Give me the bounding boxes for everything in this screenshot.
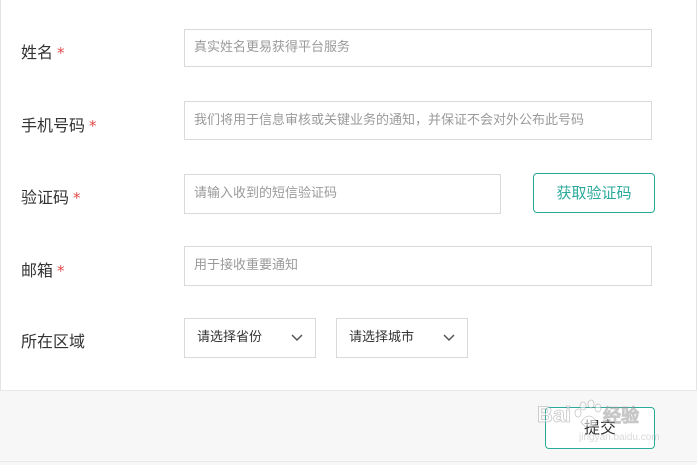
svg-text:Bai: Bai [537,402,571,427]
region-label-text: 所在区域 [21,332,86,351]
required-mark: * [89,117,97,135]
name-label: 姓名 * [21,39,65,63]
svg-text:jingyan.baidu.com: jingyan.baidu.com [578,432,660,443]
footer-divider [0,461,697,462]
required-mark: * [57,44,65,62]
phone-label: 手机号码 * [21,112,97,136]
email-label-text: 邮箱 [21,261,54,280]
baidu-jingyan-watermark: Bai 经验 jingyan.baidu.com [537,399,660,443]
code-label-text: 验证码 [21,188,70,207]
get-code-button[interactable]: 获取验证码 [533,173,655,213]
city-select-value: 请选择城市 [349,330,415,345]
form-panel: 姓名 * 真实姓名更易获得平台服务 手机号码 * 我们将用于信息审核或关键业务的通知… [0,0,697,390]
name-label-text: 姓名 [21,43,54,62]
phone-input[interactable]: 我们将用于信息审核或关键业务的通知，并保证不会对外公布此号码 [184,101,652,140]
required-mark: * [57,262,65,280]
chevron-down-icon [291,334,303,342]
region-label: 所在区域 [21,328,85,352]
name-input[interactable]: 真实姓名更易获得平台服务 [184,29,652,67]
email-input[interactable]: 用于接收重要通知 [184,246,652,286]
city-select[interactable]: 请选择城市 [336,318,468,358]
code-input[interactable]: 请输入收到的短信验证码 [184,174,501,214]
province-select[interactable]: 请选择省份 [184,318,316,358]
province-select-value: 请选择省份 [197,330,263,345]
chevron-down-icon [443,334,455,342]
svg-text:经验: 经验 [603,405,640,427]
email-label: 邮箱 * [21,257,65,281]
registration-page: 姓名 * 真实姓名更易获得平台服务 手机号码 * 我们将用于信息审核或关键业务的通知… [0,0,697,465]
code-label: 验证码 * [21,184,81,208]
phone-label-text: 手机号码 [21,116,86,135]
required-mark: * [73,189,81,207]
